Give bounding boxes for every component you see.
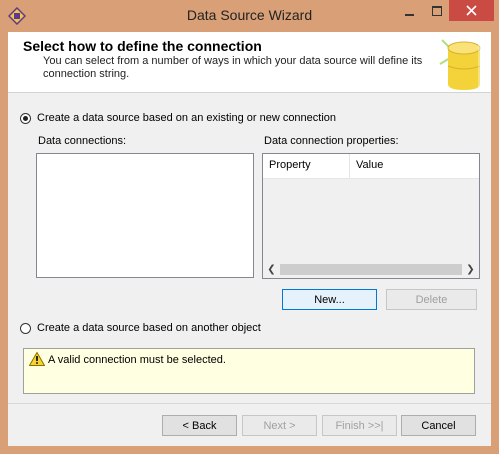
- scroll-right-icon[interactable]: ❯: [462, 261, 479, 278]
- minimize-icon: [405, 13, 414, 16]
- column-header-property[interactable]: Property: [263, 154, 350, 178]
- connection-properties-label: Data connection properties:: [264, 135, 399, 147]
- option-another-label: Create a data source based on another ob…: [37, 322, 261, 334]
- back-button[interactable]: < Back: [162, 415, 237, 436]
- column-header-value[interactable]: Value: [350, 154, 383, 178]
- horizontal-scrollbar[interactable]: ❮ ❯: [263, 261, 479, 278]
- cancel-button[interactable]: Cancel: [401, 415, 476, 436]
- close-icon: [466, 5, 477, 16]
- warning-text: A valid connection must be selected.: [48, 354, 226, 366]
- delete-connection-button[interactable]: Delete: [386, 289, 477, 310]
- maximize-button[interactable]: [423, 0, 450, 21]
- scroll-left-icon[interactable]: ❮: [263, 261, 280, 278]
- footer-divider: [8, 403, 491, 404]
- warning-icon: [29, 352, 45, 366]
- dialog-client-area: Select how to define the connection You …: [8, 32, 491, 446]
- option-existing-connection[interactable]: Create a data source based on an existin…: [20, 112, 336, 124]
- data-connections-list[interactable]: [36, 153, 254, 278]
- close-button[interactable]: [449, 0, 494, 21]
- page-title: Select how to define the connection: [23, 38, 262, 54]
- maximize-icon: [431, 5, 442, 16]
- new-connection-button[interactable]: New...: [282, 289, 377, 310]
- grid-header: Property Value: [263, 154, 479, 179]
- finish-button[interactable]: Finish >>|: [322, 415, 397, 436]
- minimize-button[interactable]: [396, 0, 423, 21]
- title-bar[interactable]: Data Source Wizard: [0, 0, 499, 32]
- next-button[interactable]: Next >: [242, 415, 317, 436]
- option-existing-label: Create a data source based on an existin…: [37, 112, 337, 124]
- option-another-object[interactable]: Create a data source based on another ob…: [20, 322, 261, 334]
- scrollbar-thumb[interactable]: [280, 264, 462, 275]
- radio-existing-connection[interactable]: [20, 112, 31, 124]
- data-connections-label: Data connections:: [38, 135, 127, 147]
- page-description: You can select from a number of ways in …: [43, 55, 423, 80]
- connection-properties-grid[interactable]: Property Value ❮ ❯: [262, 153, 480, 279]
- wizard-header: Select how to define the connection You …: [8, 32, 491, 93]
- database-icon: [439, 34, 488, 92]
- validation-message: A valid connection must be selected.: [23, 348, 475, 394]
- wizard-window: Data Source Wizard Select how to define …: [0, 0, 499, 454]
- radio-another-object[interactable]: [20, 322, 31, 334]
